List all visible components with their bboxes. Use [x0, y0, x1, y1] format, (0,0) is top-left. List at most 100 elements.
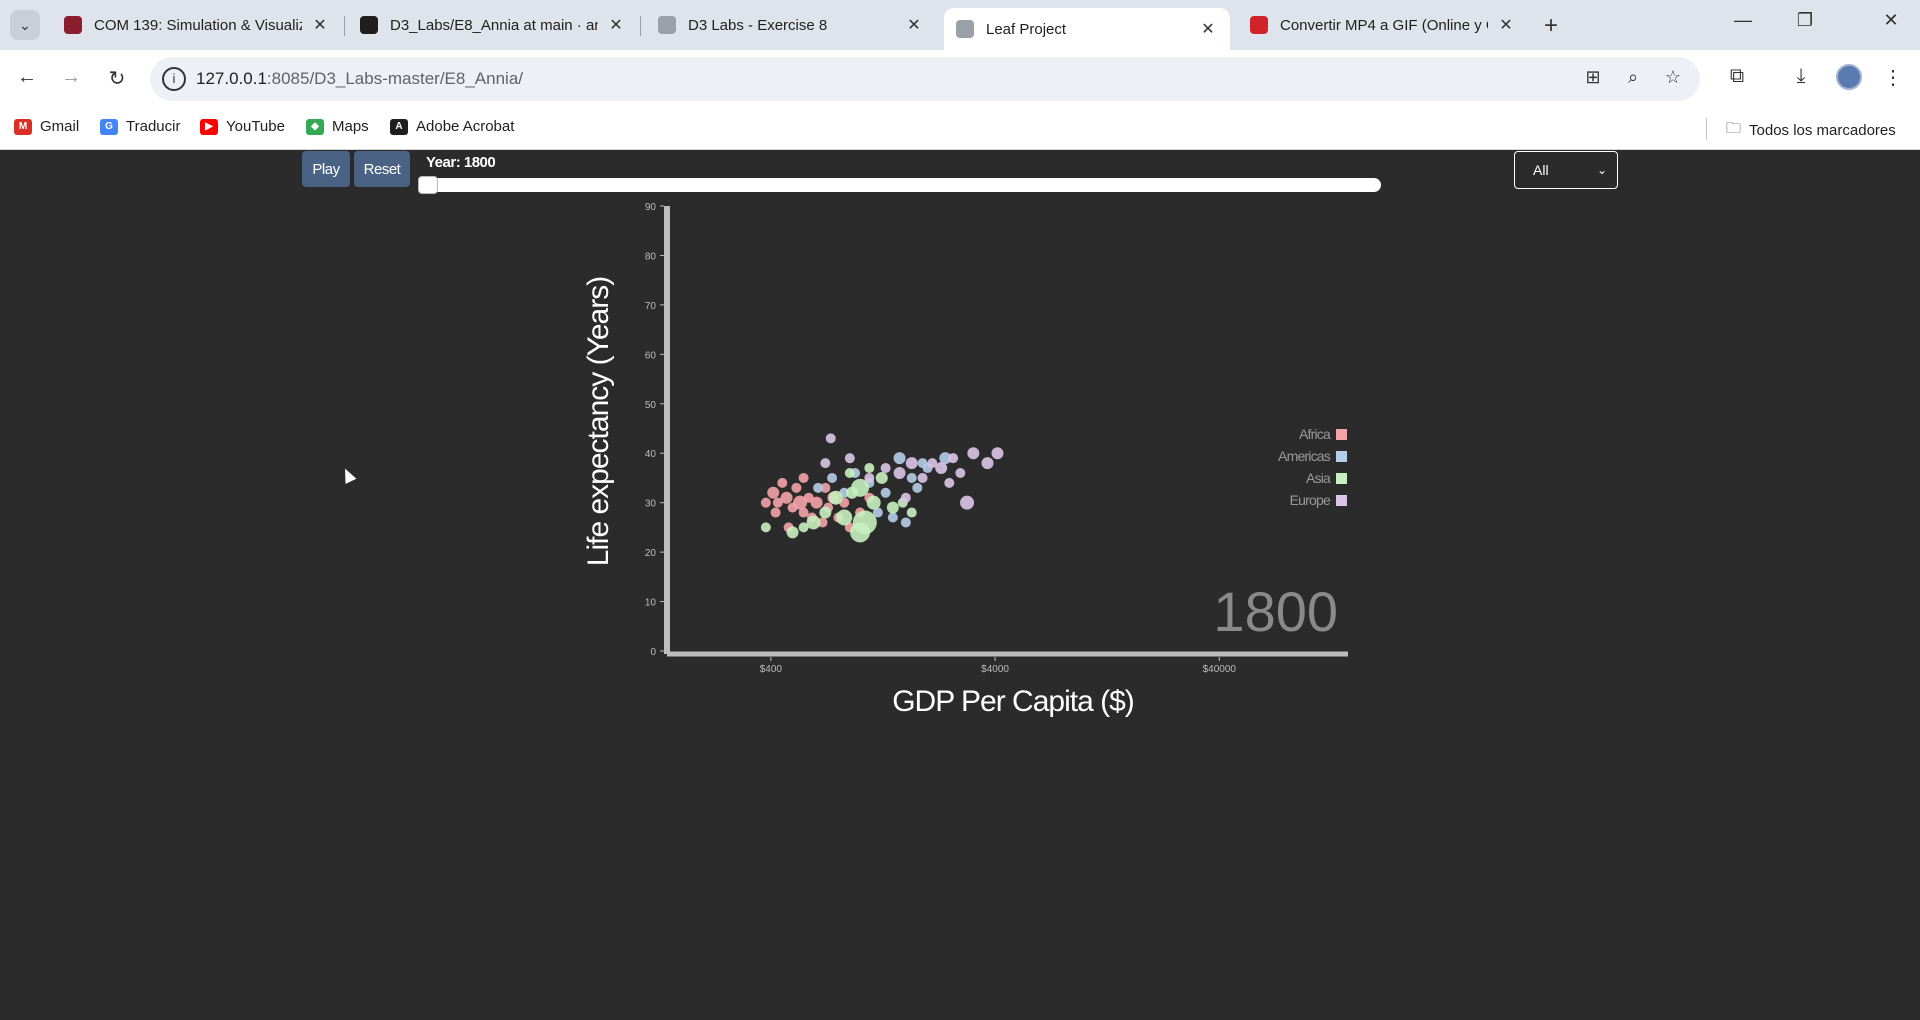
data-point: [760, 497, 771, 508]
x-tick-label: $4000: [981, 664, 1009, 675]
all-bookmarks-button[interactable]: 🗀 Todos los marcadores: [1726, 118, 1896, 143]
year-slider-thumb[interactable]: [418, 176, 438, 194]
all-bookmarks-label: Todos los marcadores: [1749, 122, 1896, 139]
bookmark-label: Adobe Acrobat: [416, 118, 515, 135]
data-point: [967, 447, 980, 460]
bookmark-item[interactable]: M Gmail: [14, 118, 79, 135]
data-point: [844, 468, 855, 478]
data-point: [955, 468, 966, 478]
url-path: :8085/D3_Labs-master/E8_Annia/: [266, 69, 524, 88]
tab-strip: ⌄ COM 139: Simulation & Visualiz ✕ D3_Labs…: [0, 0, 1920, 50]
tab-favicon-icon: [64, 16, 82, 34]
data-point: [991, 447, 1004, 460]
data-point: [880, 463, 891, 474]
tab-favicon-icon: [658, 16, 676, 34]
data-point: [864, 463, 875, 474]
bookmark-item[interactable]: ▶ YouTube: [200, 118, 285, 135]
bookmark-item[interactable]: G Traducir: [100, 118, 180, 135]
y-tick-label: 10: [645, 598, 657, 609]
data-point: [887, 512, 898, 523]
menu-kebab-icon[interactable]: ⋮: [1878, 65, 1908, 90]
browser-tab[interactable]: D3 Labs - Exercise 8 ✕: [646, 8, 936, 42]
data-point: [886, 501, 899, 514]
browser-tab[interactable]: D3_Labs/E8_Annia at main · anni ✕: [348, 8, 638, 42]
legend-label: Africa: [1299, 426, 1331, 442]
reload-icon[interactable]: ↻: [102, 66, 132, 91]
legend-swatch: [1336, 451, 1347, 462]
tab-title: D3_Labs/E8_Annia at main · anni: [390, 16, 598, 34]
data-point: [791, 482, 802, 493]
tab-search-chevron-icon[interactable]: ⌄: [10, 10, 40, 40]
y-tick-label: 0: [650, 647, 656, 658]
mouse-cursor-icon: [339, 466, 357, 484]
extensions-icon[interactable]: ⧉: [1722, 65, 1752, 88]
x-tick-label: $400: [760, 664, 783, 675]
data-point: [900, 492, 911, 503]
profile-avatar[interactable]: [1836, 64, 1862, 90]
tab-close-icon[interactable]: ✕: [606, 15, 626, 35]
data-point: [813, 482, 824, 493]
translate-icon[interactable]: ⊞: [1580, 67, 1606, 88]
continent-filter-select[interactable]: All ⌄: [1514, 151, 1618, 189]
tab-separator: [640, 16, 641, 36]
data-point: [786, 526, 799, 539]
site-info-icon[interactable]: i: [162, 67, 186, 91]
data-point: [917, 472, 928, 483]
restore-icon[interactable]: ❐: [1790, 10, 1820, 31]
browser-tab[interactable]: Leaf Project ✕: [944, 8, 1230, 50]
data-point: [906, 472, 917, 483]
new-tab-plus-icon[interactable]: +: [1544, 12, 1558, 40]
bookmark-icon: M: [14, 118, 32, 135]
browser-tab[interactable]: Convertir MP4 a GIF (Online y G ✕: [1238, 8, 1528, 42]
data-point: [905, 457, 918, 470]
y-tick-label: 50: [645, 400, 657, 411]
bookmark-item[interactable]: ◆ Maps: [306, 118, 369, 135]
url-text[interactable]: 127.0.0.1:8085/D3_Labs-master/E8_Annia/: [196, 69, 523, 89]
data-point: [944, 477, 955, 488]
forward-arrow-icon[interactable]: →: [56, 66, 86, 89]
bookmarks-bar: M Gmail G Traducir ▶ YouTube ◆ Maps A Adobe Acrob…: [0, 108, 1920, 150]
play-button[interactable]: Play: [302, 151, 350, 187]
data-point: [935, 462, 948, 475]
tab-favicon-icon: [1250, 16, 1268, 34]
year-slider-track[interactable]: [418, 178, 1381, 192]
window-close-icon[interactable]: ✕: [1876, 10, 1906, 31]
tab-title: D3 Labs - Exercise 8: [688, 16, 828, 34]
bookmark-star-icon[interactable]: ☆: [1660, 67, 1686, 88]
bookmark-label: Gmail: [40, 118, 80, 135]
bookmark-item[interactable]: A Adobe Acrobat: [390, 118, 514, 135]
download-icon[interactable]: ⤓: [1786, 65, 1816, 88]
data-point: [893, 452, 906, 465]
address-bar[interactable]: i 127.0.0.1:8085/D3_Labs-master/E8_Annia…: [150, 57, 1700, 101]
bookmark-icon: G: [100, 118, 118, 135]
back-arrow-icon[interactable]: ←: [12, 66, 42, 89]
tab-close-icon[interactable]: ✕: [1198, 19, 1218, 39]
legend-label: Asia: [1306, 470, 1331, 486]
y-tick-label: 20: [645, 548, 657, 559]
reset-button[interactable]: Reset: [354, 151, 410, 187]
data-point: [875, 471, 888, 484]
data-point: [827, 472, 838, 483]
bookmark-label: YouTube: [226, 118, 285, 135]
browser-tab[interactable]: COM 139: Simulation & Visualiz ✕: [52, 8, 342, 42]
x-tick-label: $40000: [1203, 664, 1237, 675]
zoom-icon[interactable]: ⌕: [1620, 67, 1646, 88]
tab-title: Convertir MP4 a GIF (Online y G: [1280, 16, 1488, 34]
data-point: [798, 507, 809, 518]
y-tick-label: 30: [645, 499, 657, 510]
data-point: [866, 495, 881, 510]
x-axis-label: GDP Per Capita ($): [892, 685, 1134, 718]
data-point: [900, 517, 911, 528]
minimize-icon[interactable]: —: [1728, 10, 1758, 31]
y-axis-label: Life expectancy (Years): [582, 277, 615, 566]
y-tick-label: 70: [645, 301, 657, 312]
tab-close-icon[interactable]: ✕: [310, 15, 330, 35]
data-point: [820, 458, 831, 469]
data-point: [948, 453, 959, 464]
tab-close-icon[interactable]: ✕: [904, 15, 924, 35]
bookmark-label: Maps: [332, 118, 369, 135]
data-point: [780, 491, 793, 504]
tab-close-icon[interactable]: ✕: [1496, 15, 1516, 35]
url-host: 127.0.0.1: [196, 69, 267, 88]
tab-favicon-icon: [956, 20, 974, 38]
